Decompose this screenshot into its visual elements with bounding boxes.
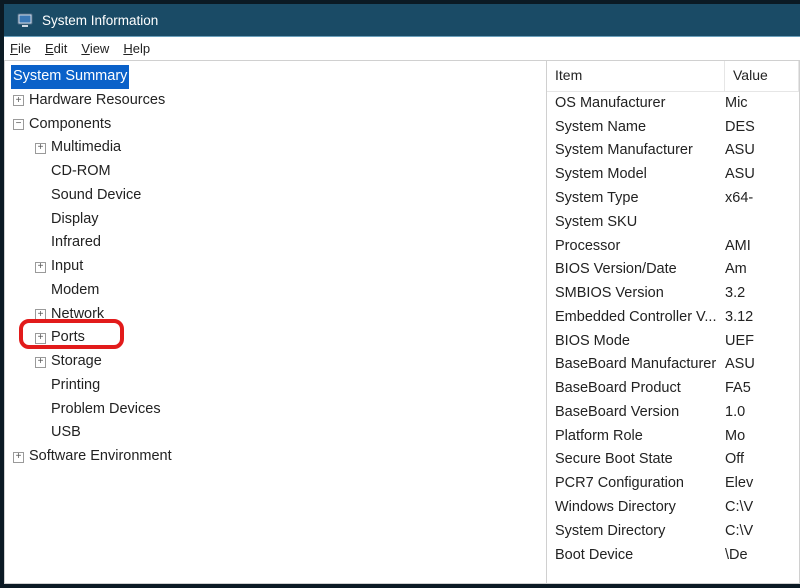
tree-pane[interactable]: System Summary + Hardware Resources − Co… [4,61,547,584]
cell-item: Processor [547,235,725,259]
tree-item-software-environment[interactable]: Software Environment [29,445,172,469]
details-pane[interactable]: Item Value OS ManufacturerMicSystem Name… [547,61,800,584]
column-value[interactable]: Value [725,61,799,91]
cell-value: \De [725,544,799,568]
collapse-icon[interactable]: − [13,119,24,130]
expand-icon[interactable]: + [35,309,46,320]
tree-item-storage[interactable]: Storage [51,350,102,374]
table-row[interactable]: SMBIOS Version3.2 [547,282,799,306]
table-row[interactable]: BIOS Version/DateAm [547,258,799,282]
table-row[interactable]: System SKU [547,211,799,235]
cell-item: Boot Device [547,544,725,568]
tree-item-hardware-resources[interactable]: Hardware Resources [29,89,165,113]
tree-item-ports[interactable]: Ports [51,326,85,350]
tree-root-system-summary[interactable]: System Summary [11,65,540,89]
tree-item-network[interactable]: Network [51,303,104,327]
column-item[interactable]: Item [547,61,725,91]
expand-icon[interactable]: + [35,357,46,368]
titlebar: System Information [4,4,800,36]
menu-edit[interactable]: Edit [45,41,67,56]
tree-item-printing[interactable]: Printing [51,374,100,398]
cell-item: PCR7 Configuration [547,472,725,496]
cell-value: C:\V [725,520,799,544]
cell-value: C:\V [725,496,799,520]
expand-icon[interactable]: + [35,143,46,154]
expand-icon[interactable]: + [35,262,46,273]
tree-item-infrared[interactable]: Infrared [51,231,101,255]
cell-value: 3.2 [725,282,799,306]
expand-icon[interactable]: + [35,333,46,344]
cell-value: ASU [725,353,799,377]
cell-item: System Directory [547,520,725,544]
table-row[interactable]: BIOS ModeUEF [547,330,799,354]
tree-item-problem-devices[interactable]: Problem Devices [51,398,161,422]
cell-item: BIOS Mode [547,330,725,354]
table-row[interactable]: Platform RoleMo [547,425,799,449]
table-row[interactable]: BaseBoard ProductFA5 [547,377,799,401]
columns-header: Item Value [547,61,799,92]
tree-item-usb[interactable]: USB [51,421,81,445]
tree-item-input[interactable]: Input [51,255,83,279]
table-row[interactable]: System ManufacturerASU [547,139,799,163]
tree-item-sound-device[interactable]: Sound Device [51,184,141,208]
cell-value: Mo [725,425,799,449]
cell-value [725,211,799,235]
cell-item: System Model [547,163,725,187]
cell-item: System SKU [547,211,725,235]
cell-item: BaseBoard Product [547,377,725,401]
app-icon [16,11,34,29]
table-row[interactable]: System DirectoryC:\V [547,520,799,544]
window-title: System Information [42,13,158,28]
table-row[interactable]: Boot Device\De [547,544,799,568]
table-row[interactable]: ProcessorAMI [547,235,799,259]
cell-item: OS Manufacturer [547,92,725,116]
table-row[interactable]: System NameDES [547,116,799,140]
cell-item: Windows Directory [547,496,725,520]
cell-item: System Name [547,116,725,140]
cell-item: Secure Boot State [547,448,725,472]
cell-value: 3.12 [725,306,799,330]
menu-file[interactable]: File [10,41,31,56]
cell-item: BaseBoard Manufacturer [547,353,725,377]
cell-value: UEF [725,330,799,354]
expand-icon[interactable]: + [13,452,24,463]
table-row[interactable]: BaseBoard ManufacturerASU [547,353,799,377]
table-row[interactable]: BaseBoard Version1.0 [547,401,799,425]
menubar: File Edit View Help [4,37,800,61]
tree-item-components[interactable]: Components [29,113,111,137]
cell-value: Mic [725,92,799,116]
cell-value: Am [725,258,799,282]
table-row[interactable]: System ModelASU [547,163,799,187]
menu-help[interactable]: Help [123,41,150,56]
table-row[interactable]: Embedded Controller V...3.12 [547,306,799,330]
cell-item: System Type [547,187,725,211]
table-row[interactable]: Windows DirectoryC:\V [547,496,799,520]
tree-item-cdrom[interactable]: CD-ROM [51,160,111,184]
cell-value: ASU [725,163,799,187]
tree-item-display[interactable]: Display [51,208,99,232]
tree-item-modem[interactable]: Modem [51,279,99,303]
cell-item: Platform Role [547,425,725,449]
tree-item-multimedia[interactable]: Multimedia [51,136,121,160]
cell-item: SMBIOS Version [547,282,725,306]
cell-value: FA5 [725,377,799,401]
cell-value: x64- [725,187,799,211]
cell-value: Elev [725,472,799,496]
cell-item: Embedded Controller V... [547,306,725,330]
cell-item: BIOS Version/Date [547,258,725,282]
cell-value: 1.0 [725,401,799,425]
cell-value: AMI [725,235,799,259]
cell-value: DES [725,116,799,140]
tree-label: System Summary [11,65,129,89]
cell-item: System Manufacturer [547,139,725,163]
table-row[interactable]: OS ManufacturerMic [547,92,799,116]
menu-view[interactable]: View [81,41,109,56]
cell-item: BaseBoard Version [547,401,725,425]
table-row[interactable]: System Typex64- [547,187,799,211]
cell-value: Off [725,448,799,472]
table-row[interactable]: Secure Boot StateOff [547,448,799,472]
cell-value: ASU [725,139,799,163]
expand-icon[interactable]: + [13,95,24,106]
table-row[interactable]: PCR7 ConfigurationElev [547,472,799,496]
